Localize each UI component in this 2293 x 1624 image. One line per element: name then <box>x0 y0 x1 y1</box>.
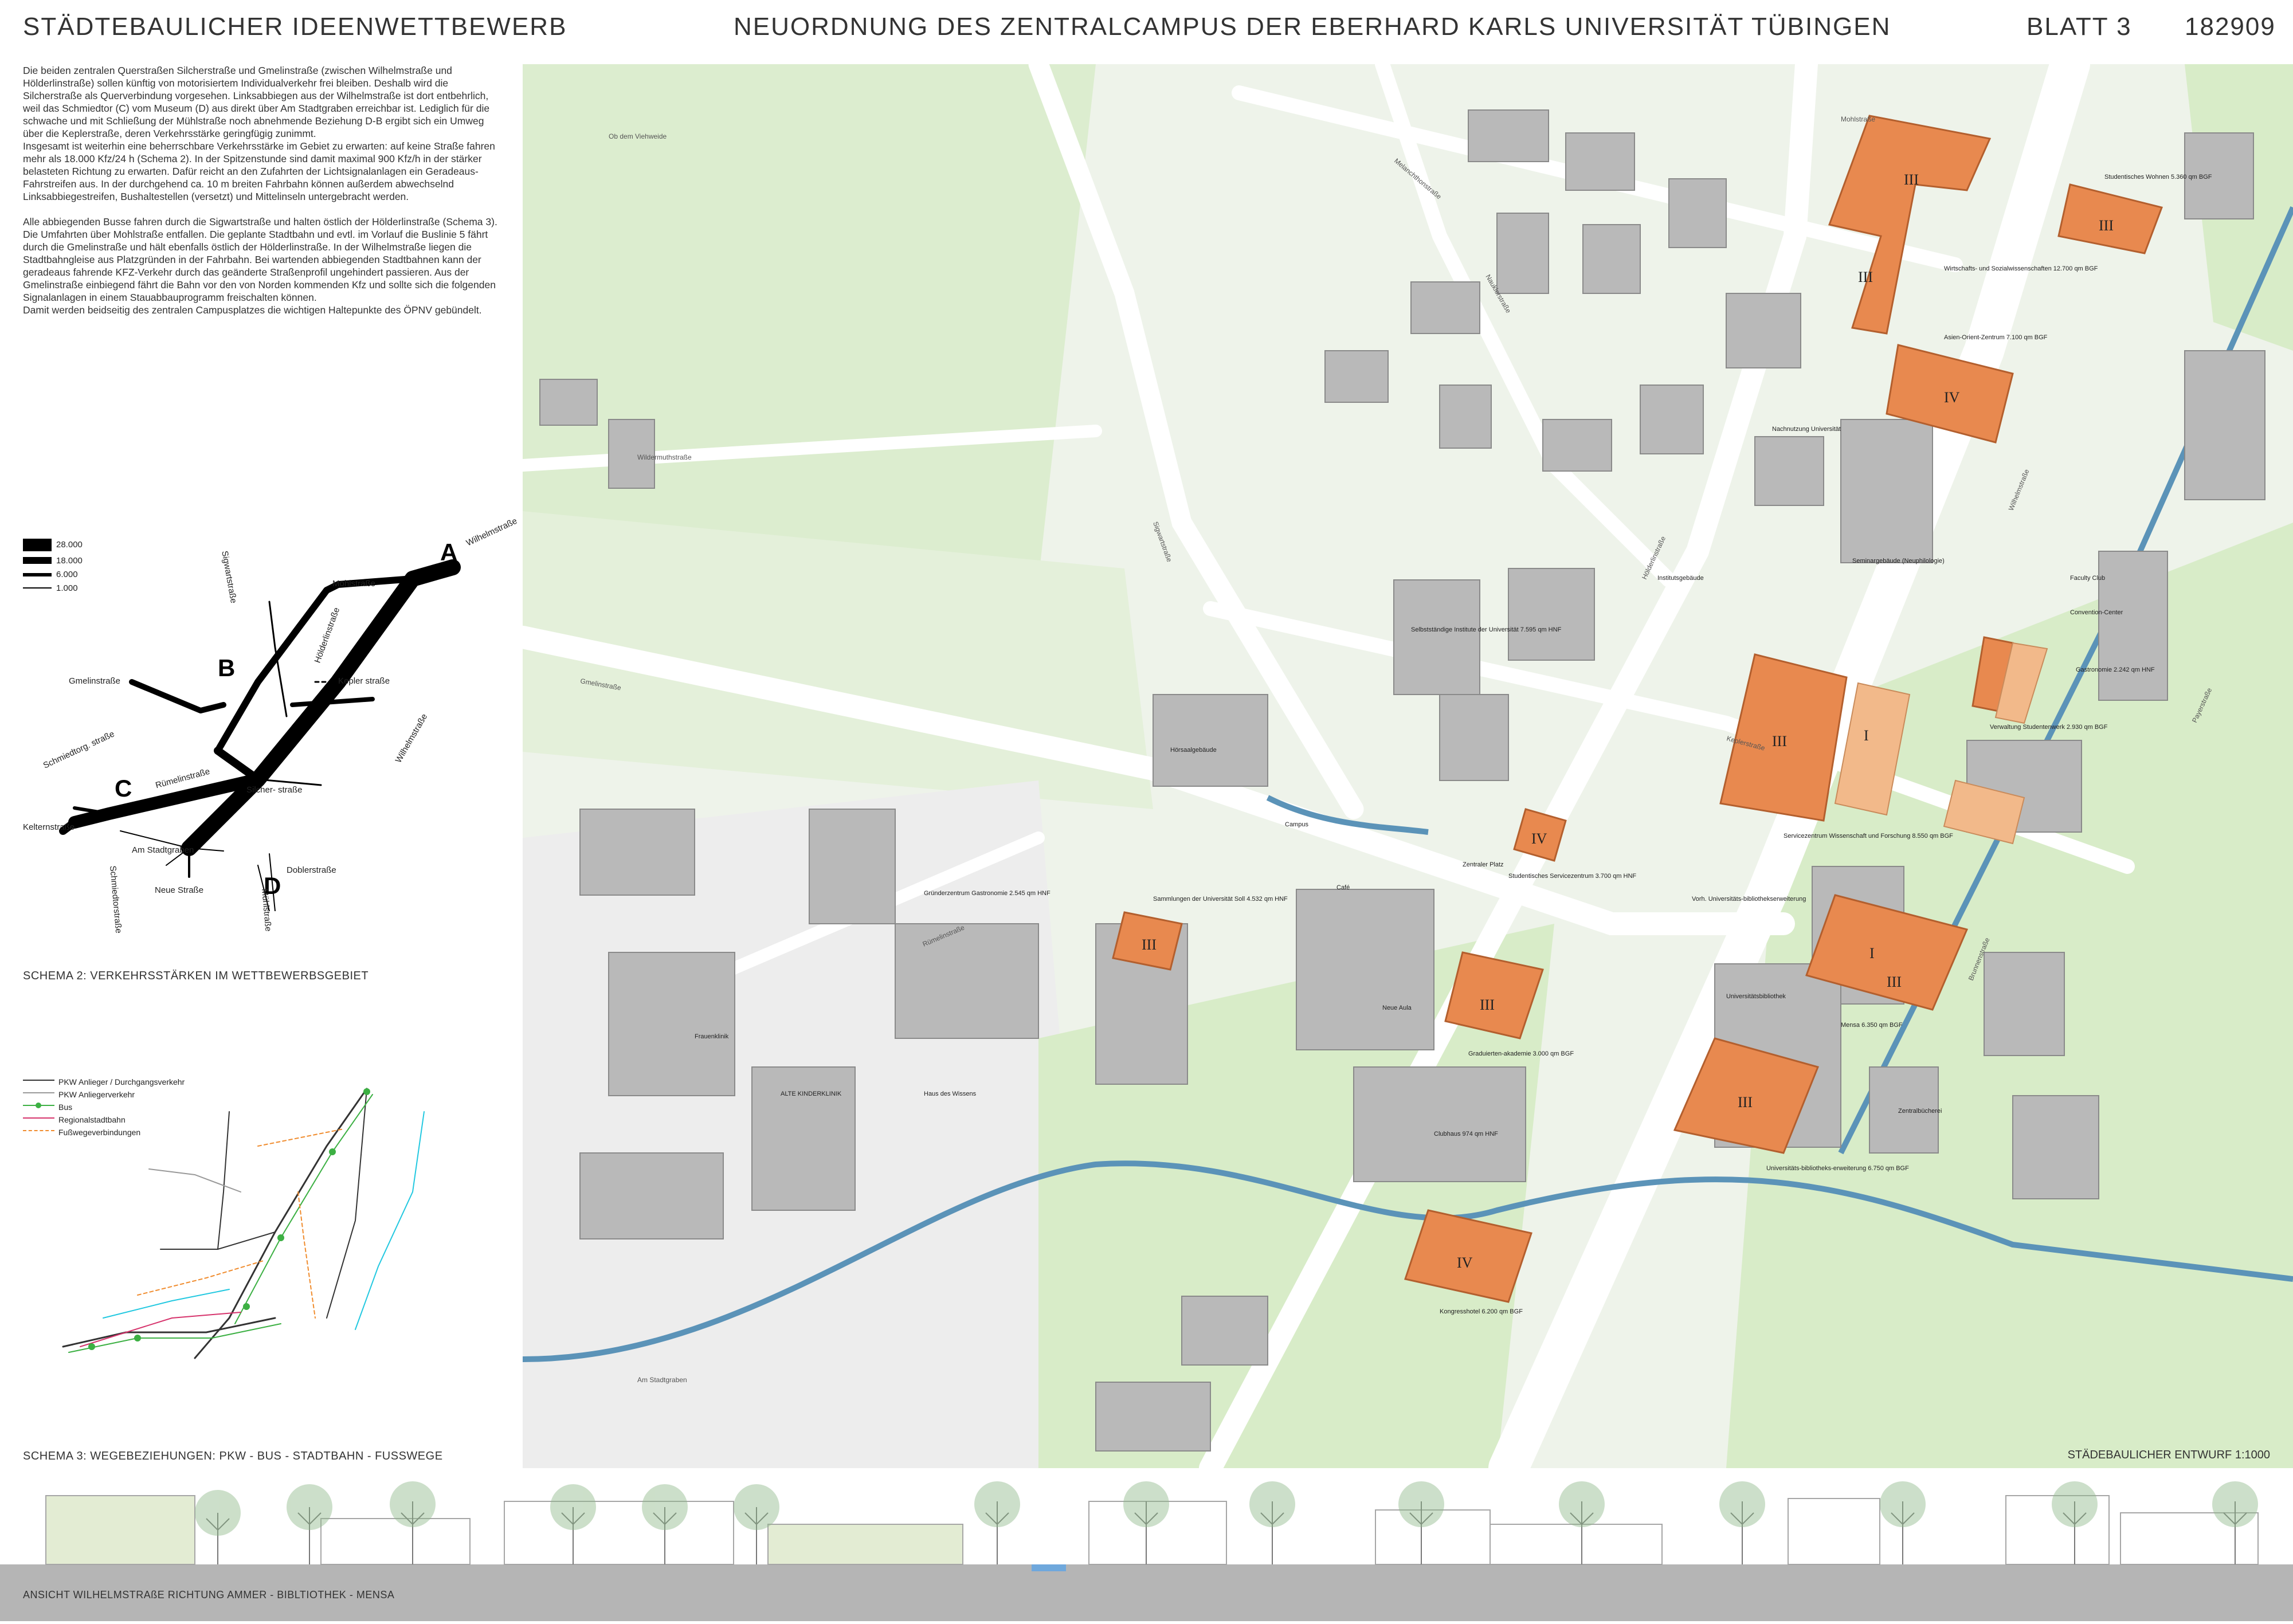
label-wirtschaft: Wirtschafts- und Sozialwissenschaften 12… <box>1944 265 2098 272</box>
label-campus: Campus <box>1285 821 1308 828</box>
svg-text:III: III <box>1904 171 1919 188</box>
street-label-silcher: Silcher- straße <box>246 785 303 795</box>
point-b-label: B <box>218 654 235 681</box>
label-nachnutzung: Nachnutzung Universität <box>1772 426 1841 433</box>
label-verwaltung: Verwaltung Studentenwerk 2.930 qm BGF <box>1990 724 2108 731</box>
label-alte-kinderklinik: ALTE KINDERKLINIK <box>781 1090 842 1097</box>
label-studentisches-servicezentrum: Studentisches Servicezentrum 3.700 qm HN… <box>1508 873 1636 880</box>
svg-text:I: I <box>1869 945 1875 962</box>
site-plan-drawing: III III III IV III I I III IV III III II… <box>523 64 2293 1468</box>
label-selbststaendige: Selbstständige Institute der Universität… <box>1411 626 1562 633</box>
street-label-neue: Neue Straße <box>155 885 204 895</box>
label-kongresshotel: Kongresshotel 6.200 qm BGF <box>1440 1308 1523 1315</box>
elevation-caption: ANSICHT WILHELMSTRAßE RICHTUNG AMMER - B… <box>23 1589 395 1601</box>
svg-text:III: III <box>1887 974 1902 990</box>
svg-text:IV: IV <box>1531 830 1547 847</box>
label-asien: Asien-Orient-Zentrum 7.100 qm BGF <box>1944 334 2048 341</box>
route-network-diagram <box>62 1088 425 1359</box>
street-label-dobler: Doblerstraße <box>287 865 336 875</box>
label-clubhaus: Clubhaus 974 qm HNF <box>1434 1131 1498 1137</box>
entry-number: 182909 <box>2185 13 2276 41</box>
label-convention: Convention-Center <box>2070 609 2123 616</box>
schema-2-traffic-volumes: 28.000 18.000 6.000 1.000 A B C D Wilhel… <box>17 510 522 957</box>
legend-line-stadtbahn <box>23 1117 54 1119</box>
label-haus-des-wissens: Haus des Wissens <box>924 1090 977 1097</box>
label-cafe: Café <box>1336 884 1350 891</box>
label-ub: Universitätsbibliothek <box>1726 993 1786 1000</box>
svg-text:Mohlstraße: Mohlstraße <box>1841 115 1875 123</box>
legend-line-pkw-anlieger <box>23 1092 54 1093</box>
schema-2-caption: SCHEMA 2: VERKEHRSSTÄRKEN IM WETTBEWERBS… <box>23 970 369 982</box>
street-label-mohl: Mohlstraße <box>332 579 376 589</box>
svg-text:III: III <box>1858 269 1873 285</box>
label-zentralbuecherei: Zentralbücherei <box>1898 1108 1942 1115</box>
svg-text:Ob dem Viehweide: Ob dem Viehweide <box>609 132 667 140</box>
svg-text:III: III <box>2099 217 2114 234</box>
label-vorh-ub: Vorh. Universitäts-bibliothekserweiterun… <box>1692 896 1806 903</box>
svg-text:III: III <box>1772 733 1787 750</box>
paragraph-traffic: Die beiden zentralen Querstraßen Silcher… <box>23 65 495 202</box>
street-elevation: ANSICHT WILHELMSTRAßE RICHTUNG AMMER - B… <box>0 1478 2293 1621</box>
label-sammlungen: Sammlungen der Universität Soll 4.532 qm… <box>1153 896 1288 903</box>
svg-text:III: III <box>1480 997 1495 1013</box>
svg-text:Wildermuthstraße: Wildermuthstraße <box>637 453 692 461</box>
label-faculty-club: Faculty Club <box>2070 575 2105 582</box>
label-wohnen: Studentisches Wohnen 5.360 qm BGF <box>2104 174 2212 181</box>
sheet-label: BLATT 3 <box>2027 13 2132 41</box>
legend-line-fussweg <box>23 1130 54 1131</box>
explanatory-text: Die beiden zentralen Querstraßen Silcher… <box>23 64 499 329</box>
svg-text:III: III <box>1142 936 1157 953</box>
label-servicezentrum: Servicezentrum Wissenschaft und Forschun… <box>1784 833 1953 840</box>
traffic-network-diagram: A B C D <box>59 539 461 911</box>
svg-text:IV: IV <box>1457 1254 1473 1271</box>
point-a-label: A <box>440 539 457 566</box>
paragraph-transit: Alle abbiegenden Busse fahren durch die … <box>23 216 497 316</box>
svg-text:III: III <box>1738 1094 1753 1111</box>
svg-text:Am Stadtgraben: Am Stadtgraben <box>637 1376 687 1384</box>
label-gastronomie: Gastronomie 2.242 qm HNF <box>2076 666 2155 673</box>
legend-line-pkw <box>23 1080 54 1081</box>
schema-3-routes: PKW Anlieger / Durchgangsverkehr PKW Anl… <box>23 1077 516 1364</box>
street-label-kepler: Kepler straße <box>338 676 390 686</box>
schema-3-caption: SCHEMA 3: WEGEBEZIEHUNGEN: PKW - BUS - S… <box>23 1450 443 1462</box>
label-gruenderzentrum: Gründerzentrum Gastronomie 2.545 qm HNF <box>924 890 1051 897</box>
label-mensa: Mensa 6.350 qm BGF <box>1841 1022 1903 1029</box>
label-zentraler-platz: Zentraler Platz <box>1463 861 1504 868</box>
competition-title: STÄDTEBAULICHER IDEENWETTBEWERB <box>23 13 567 41</box>
label-graduierten: Graduierten-akademie 3.000 qm BGF <box>1468 1050 1574 1057</box>
bus-stop-icon <box>36 1103 41 1108</box>
street-label-stadtgraben: Am Stadtgraben <box>132 845 194 855</box>
scale-label: STÄDEBAULICHER ENTWURF 1:1000 <box>2067 1449 2270 1461</box>
label-seminargebaeude: Seminargebäude (Neuphilologie) <box>1852 558 1945 564</box>
svg-text:IV: IV <box>1944 389 1960 406</box>
label-hoersaal: Hörsaalgebäude <box>1170 747 1217 754</box>
street-label-kelter: Kelternstraße <box>23 822 75 832</box>
label-bibliothek: Universitäts-bibliotheks-erweiterung 6.7… <box>1766 1165 1909 1172</box>
label-neue-aula: Neue Aula <box>1382 1005 1412 1011</box>
project-title: NEUORDNUNG DES ZENTRALCAMPUS DER EBERHAR… <box>734 13 1891 41</box>
street-label-gmelin: Gmelinstraße <box>69 676 121 686</box>
svg-text:I: I <box>1864 727 1869 744</box>
point-c-label: C <box>115 775 132 802</box>
site-plan-map: III III III IV III I I III IV III III II… <box>523 64 2293 1468</box>
label-institutsgebaeude: Institutsgebäude <box>1657 575 1704 582</box>
label-frauenklinik: Frauenklinik <box>695 1033 729 1040</box>
